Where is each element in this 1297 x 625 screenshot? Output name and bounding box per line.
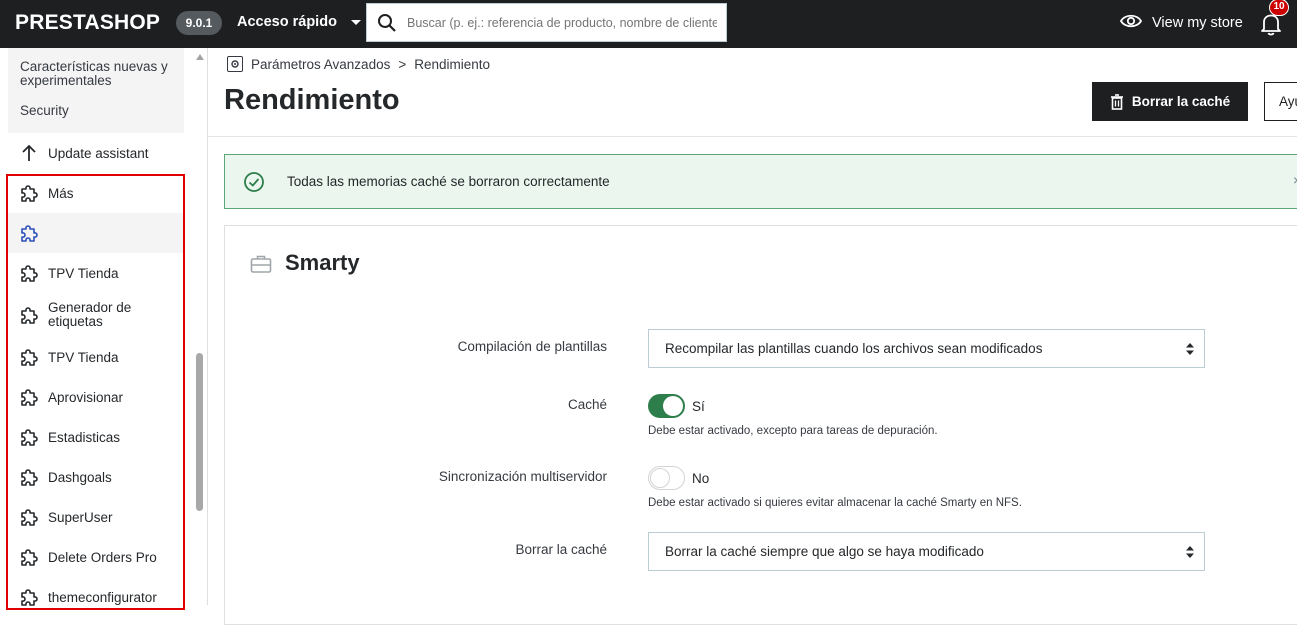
multiserver-toggle[interactable]	[648, 466, 685, 490]
puzzle-icon	[21, 469, 38, 486]
cache-help: Debe estar activado, excepto para tareas…	[648, 425, 938, 437]
clear-cache-value: Borrar la caché siempre que algo se haya…	[665, 544, 984, 559]
sidebar-item-superuser[interactable]: SuperUser	[8, 502, 184, 532]
breadcrumb: Parámetros Avanzados > Rendimiento	[227, 56, 490, 72]
template-compilation-value: Recompilar las plantillas cuando los arc…	[665, 341, 1043, 356]
sidebar-scrollbar-thumb[interactable]	[196, 353, 203, 511]
gear-icon	[227, 56, 243, 72]
alert-message: Todas las memorias caché se borraron cor…	[287, 174, 610, 189]
search-input[interactable]	[407, 15, 717, 30]
puzzle-icon	[21, 225, 38, 242]
template-compilation-label: Compilación de plantillas	[457, 339, 607, 354]
puzzle-icon	[21, 429, 38, 446]
sidebar-item-label: TPV Tienda	[48, 349, 119, 365]
sidebar-item-label: themeconfigurator	[48, 589, 157, 605]
sidebar-item-label: Update assistant	[48, 145, 149, 161]
arrow-up-icon	[22, 144, 36, 161]
eye-icon	[1119, 13, 1143, 33]
smarty-card: Smarty Compilación de plantillas Recompi…	[224, 225, 1297, 625]
help-button[interactable]: Ayuda	[1264, 82, 1297, 121]
top-header: PRESTASHOP 9.0.1 Acceso rápido View my s…	[0, 0, 1297, 48]
sidebar-submenu: Características nuevas y experimentales …	[8, 48, 184, 133]
multiserver-help: Debe estar activado si quieres evitar al…	[648, 497, 1022, 509]
clear-cache-label: Borrar la caché	[1131, 94, 1231, 109]
cache-state: Sí	[692, 399, 705, 414]
breadcrumb-parent[interactable]: Parámetros Avanzados	[251, 57, 390, 72]
close-icon[interactable]: ×	[1293, 172, 1297, 188]
sidebar-item-label: SuperUser	[48, 509, 113, 525]
toggle-knob	[663, 396, 683, 416]
sidebar-item-generador-etiquetas[interactable]: Generador de etiquetas	[8, 298, 184, 332]
puzzle-icon	[21, 349, 38, 366]
multiserver-state: No	[692, 471, 710, 486]
scroll-up-icon[interactable]	[196, 54, 204, 60]
sidebar-item-label: Más	[48, 185, 74, 201]
sidebar-item-aprovisionar[interactable]: Aprovisionar	[8, 382, 184, 412]
puzzle-icon	[21, 509, 38, 526]
cache-toggle[interactable]	[648, 394, 685, 418]
puzzle-icon	[21, 185, 38, 202]
sidebar-item-label: Estadisticas	[48, 429, 121, 445]
toggle-knob	[650, 468, 670, 488]
breadcrumb-separator: >	[398, 56, 407, 72]
sidebar: Características nuevas y experimentales …	[0, 48, 208, 610]
multiserver-label: Sincronización multiservidor	[438, 469, 607, 484]
success-alert: Todas las memorias caché se borraron cor…	[224, 154, 1297, 209]
sidebar-item-mas[interactable]: Más	[8, 178, 184, 208]
header-divider	[208, 136, 1297, 137]
sidebar-item-tpv-tienda[interactable]: TPV Tienda	[8, 258, 184, 288]
quick-access-label: Acceso rápido	[237, 14, 337, 30]
submenu-item-new-features[interactable]: Características nuevas y experimentales	[20, 60, 180, 88]
clear-cache-label: Borrar la caché	[515, 542, 607, 557]
submenu-item-security[interactable]: Security	[20, 104, 69, 118]
search-box[interactable]	[366, 3, 727, 42]
sidebar-item-tpv-tienda-2[interactable]: TPV Tienda	[8, 342, 184, 372]
sidebar-item-delete-orders-pro[interactable]: Delete Orders Pro	[8, 542, 184, 572]
sidebar-item-update-assistant[interactable]: Update assistant	[8, 141, 184, 165]
sidebar-item-active[interactable]	[8, 213, 184, 253]
sidebar-item-themeconfigurator[interactable]: themeconfigurator	[8, 582, 184, 612]
puzzle-icon	[21, 265, 38, 282]
sidebar-item-label: Aprovisionar	[48, 389, 124, 405]
version-badge: 9.0.1	[176, 11, 222, 35]
select-arrows-icon	[1186, 546, 1194, 558]
page-title: Rendimiento	[224, 84, 400, 116]
trash-icon	[1110, 93, 1123, 110]
clear-cache-select[interactable]: Borrar la caché siempre que algo se haya…	[648, 532, 1205, 571]
sidebar-item-label: Dashgoals	[48, 469, 112, 485]
puzzle-icon	[21, 389, 38, 406]
clear-cache-button[interactable]: Borrar la caché	[1092, 82, 1248, 121]
view-store-link[interactable]: View my store	[1119, 13, 1243, 33]
puzzle-icon	[21, 549, 38, 566]
sidebar-item-label: Generador de etiquetas	[48, 300, 132, 329]
cache-label: Caché	[567, 397, 607, 412]
briefcase-icon	[250, 255, 272, 273]
view-store-label: View my store	[1152, 15, 1243, 31]
sidebar-item-label: Delete Orders Pro	[48, 549, 157, 565]
quick-access-dropdown[interactable]: Acceso rápido	[237, 14, 361, 30]
template-compilation-select[interactable]: Recompilar las plantillas cuando los arc…	[648, 329, 1205, 368]
breadcrumb-current: Rendimiento	[414, 56, 491, 72]
smarty-title: Smarty	[285, 250, 360, 275]
sidebar-item-label: TPV Tienda	[48, 265, 119, 281]
select-arrows-icon	[1186, 343, 1194, 355]
caret-down-icon	[350, 19, 361, 25]
sidebar-item-estadisticas[interactable]: Estadisticas	[8, 422, 184, 452]
puzzle-icon	[21, 307, 38, 324]
search-icon[interactable]	[367, 4, 407, 42]
check-circle-icon	[244, 171, 264, 192]
notifications-count-badge: 10	[1269, 0, 1289, 16]
sidebar-item-dashgoals[interactable]: Dashgoals	[8, 462, 184, 492]
prestashop-logo[interactable]: PRESTASHOP	[15, 11, 160, 35]
